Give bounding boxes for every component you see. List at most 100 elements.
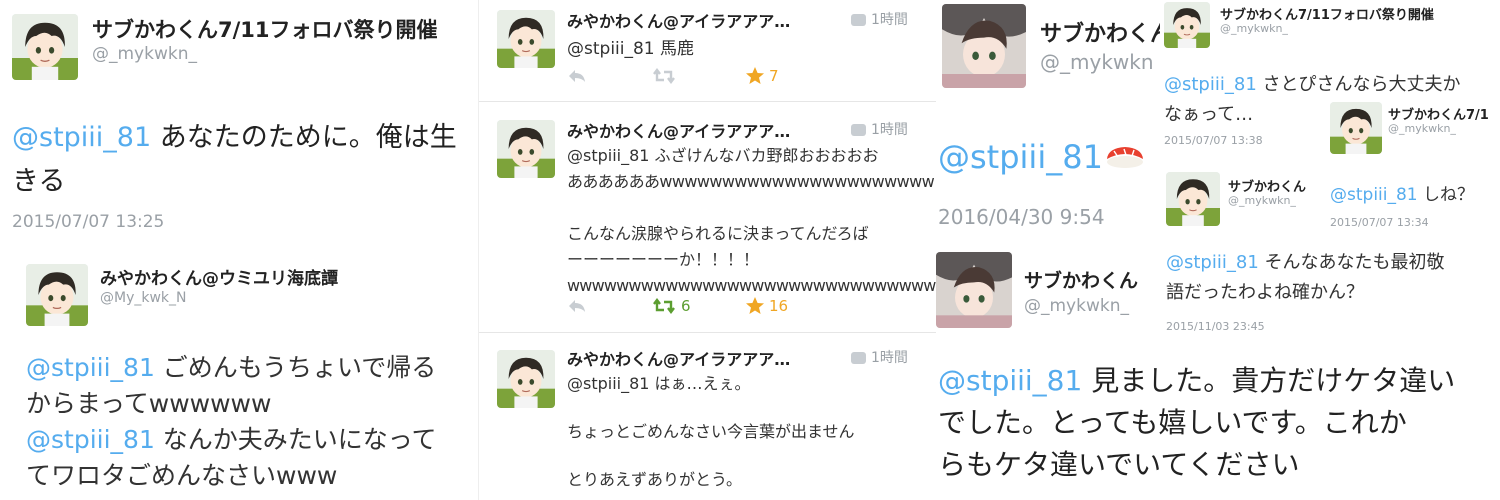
reply-icon[interactable] — [567, 298, 587, 314]
tweet-text: @stpiii_81 そんなあなたも最初敬 語だったわよね確かん？ — [1166, 248, 1445, 308]
reply-avatar-image — [26, 264, 88, 326]
divider — [479, 332, 936, 333]
avatar[interactable] — [497, 10, 555, 68]
panel-1: サブかわくん7/11フォロバ祭り開催 @_mykwkn_ @stpiii_81 … — [0, 0, 478, 500]
mention-link[interactable]: @stpiii_81 — [12, 122, 151, 153]
avatar[interactable] — [936, 252, 1012, 328]
display-name[interactable]: サブかわくん — [1040, 16, 1160, 48]
comment-bubble-icon — [851, 124, 866, 136]
handle[interactable]: @_mykwkn — [1040, 50, 1154, 74]
avatar[interactable] — [497, 120, 555, 178]
retweet-icon[interactable] — [653, 68, 675, 84]
display-name[interactable]: サブかわくん7/11フォロバ祭り開催 — [1220, 4, 1434, 23]
tweet-time: 1時間 — [851, 347, 908, 367]
tweet-text: @stpiii_81 はぁ…えぇ。 ちょっとごめんなさい今言葉が出ません とりあ… — [567, 371, 933, 493]
favorite-count: 7 — [769, 67, 779, 85]
avatar[interactable] — [942, 4, 1026, 88]
sushi-icon — [1107, 147, 1143, 168]
mention-text[interactable]: @stpiii_81 — [567, 146, 649, 165]
mention-link[interactable]: @stpiii_81 — [26, 425, 155, 454]
avatar-image — [497, 350, 555, 408]
tweet-body-1: そんなあなたも最初敬 — [1258, 252, 1445, 273]
mention-link[interactable]: @stpiii_81 — [1164, 74, 1257, 95]
tweet-body-1: はぁ…えぇ。 — [649, 374, 751, 393]
time-label: 1時間 — [871, 12, 908, 28]
reply-text: @stpiii_81 見ました。貴方だけケタ違い でした。とっても嬉しいです。こ… — [938, 360, 1500, 486]
display-name[interactable]: みやかわくん@アイラアアア… — [567, 118, 790, 142]
favorite-icon[interactable] — [745, 66, 765, 85]
tweet-text-line-1: あなたのために。俺は生 — [151, 122, 457, 153]
mention-text[interactable]: @stpiii_81 — [567, 39, 655, 59]
reply-line-2: でした。とっても嬉しいです。これか — [938, 406, 1407, 439]
reply-line-1: 見ました。貴方だけケタ違い — [1082, 364, 1456, 397]
avatar-image — [1164, 2, 1210, 48]
avatar[interactable] — [1330, 102, 1382, 154]
reply-line-3: らもケタ違いでいてください — [938, 448, 1300, 481]
reply-line-2: からまってwwwwww — [26, 389, 272, 418]
time-label: 1時間 — [871, 350, 908, 366]
reply-text: @stpiii_81 ごめんもうちょいで帰る からまってwwwwww @stpi… — [26, 350, 478, 494]
mention-link[interactable]: @stpiii_81 — [938, 138, 1103, 176]
handle[interactable]: @_mykwkn_ — [1388, 122, 1456, 135]
display-name[interactable]: サブかわくん7/1 — [1388, 104, 1489, 123]
favorite-icon[interactable] — [745, 296, 765, 315]
tweet-time: 1時間 — [851, 119, 908, 139]
overlay-card: サブかわくん7/1 @_mykwkn_ @stpiii_81 しね？ 2015/… — [1324, 96, 1500, 240]
comment-bubble-icon — [851, 14, 866, 26]
tweet-text: @stpiii_81 ふざけんなバカ野郎おおおおお ああああああwwwwwwww… — [567, 143, 936, 299]
mention-text[interactable]: @stpiii_81 — [567, 374, 649, 393]
timestamp: 2016/04/30 9:54 — [938, 205, 1105, 229]
avatar-image — [12, 14, 78, 80]
display-name[interactable]: みやかわくん@アイラアアア… — [567, 346, 790, 370]
mention-link[interactable]: @stpiii_81 — [26, 353, 155, 382]
timestamp: 2015/11/03 23:45 — [1166, 320, 1265, 333]
display-name[interactable]: サブかわくん7/11フォロバ祭り開催 — [92, 14, 438, 44]
tweet-body-1: さとぴさんなら大丈夫か — [1256, 74, 1461, 95]
display-name[interactable]: サブかわくん — [1024, 266, 1138, 293]
reply-avatar[interactable] — [26, 264, 88, 326]
mention-link[interactable]: @stpiii_81 — [938, 364, 1082, 397]
tweet-body-1: ふざけんなバカ野郎おおおおお — [649, 146, 879, 165]
handle[interactable]: @_mykwkn_ — [92, 44, 197, 64]
tweet-text: @stpiii_81 馬鹿 — [567, 34, 694, 59]
reply-handle[interactable]: @My_kwk_N — [100, 290, 187, 306]
timestamp: 2015/07/07 13:38 — [1164, 134, 1263, 147]
tweet-body-3: とりあえずありがとう。 — [567, 470, 743, 489]
mention-link[interactable]: @stpiii_81 — [1330, 185, 1418, 205]
handle[interactable]: @_mykwkn_ — [1220, 22, 1288, 35]
avatar[interactable] — [497, 350, 555, 408]
panel-2: みやかわくん@アイラアアア… 1時間 @stpiii_81 馬鹿 7 みやかわく… — [478, 0, 936, 500]
favorite-count: 16 — [769, 297, 789, 315]
tweet-body-2: ああああああwwwwwwwwwwwwwwwwwwwwww — [567, 172, 935, 191]
timestamp: 2015/07/07 13:25 — [12, 212, 165, 232]
avatar-image — [497, 120, 555, 178]
reply-display-name[interactable]: みやかわくん@ウミユリ海底譚 — [100, 264, 338, 289]
avatar[interactable] — [1166, 172, 1220, 226]
retweet-count: 6 — [681, 297, 691, 315]
handle[interactable]: @_mykwkn_ — [1024, 296, 1129, 316]
tweet-time: 1時間 — [851, 9, 908, 29]
tweet-body: 馬鹿 — [654, 39, 695, 59]
handle[interactable]: @_mykwkn_ — [1228, 194, 1296, 207]
avatar[interactable] — [1164, 2, 1210, 48]
avatar-image — [1330, 102, 1382, 154]
tweet-text: @stpiii_81 あなたのために。俺は生 きる — [12, 116, 478, 204]
avatar-image — [936, 252, 1012, 328]
avatar[interactable] — [12, 14, 78, 80]
display-name[interactable]: みやかわくん@アイラアアア… — [567, 8, 790, 32]
retweet-icon[interactable] — [653, 298, 675, 314]
time-label: 1時間 — [871, 122, 908, 138]
tweet-body: しね？ — [1417, 185, 1475, 205]
tweet-body-2: 語だったわよね確かん？ — [1166, 282, 1364, 303]
reply-icon[interactable] — [567, 68, 587, 84]
tweet-text: @stpiii_81 — [938, 138, 1103, 176]
comment-bubble-icon — [851, 352, 866, 364]
display-name[interactable]: サブかわくん — [1228, 176, 1306, 195]
tweet-body-4: ーーーーーーーか！！！！ — [567, 250, 760, 269]
avatar-image — [942, 4, 1026, 88]
divider — [479, 101, 936, 102]
reply-line-1: ごめんもうちょいで帰る — [154, 353, 437, 382]
tweet-body-3: こんなん涙腺やられるに決まってんだろば — [567, 224, 869, 243]
avatar-image — [1166, 172, 1220, 226]
mention-link[interactable]: @stpiii_81 — [1166, 252, 1259, 273]
